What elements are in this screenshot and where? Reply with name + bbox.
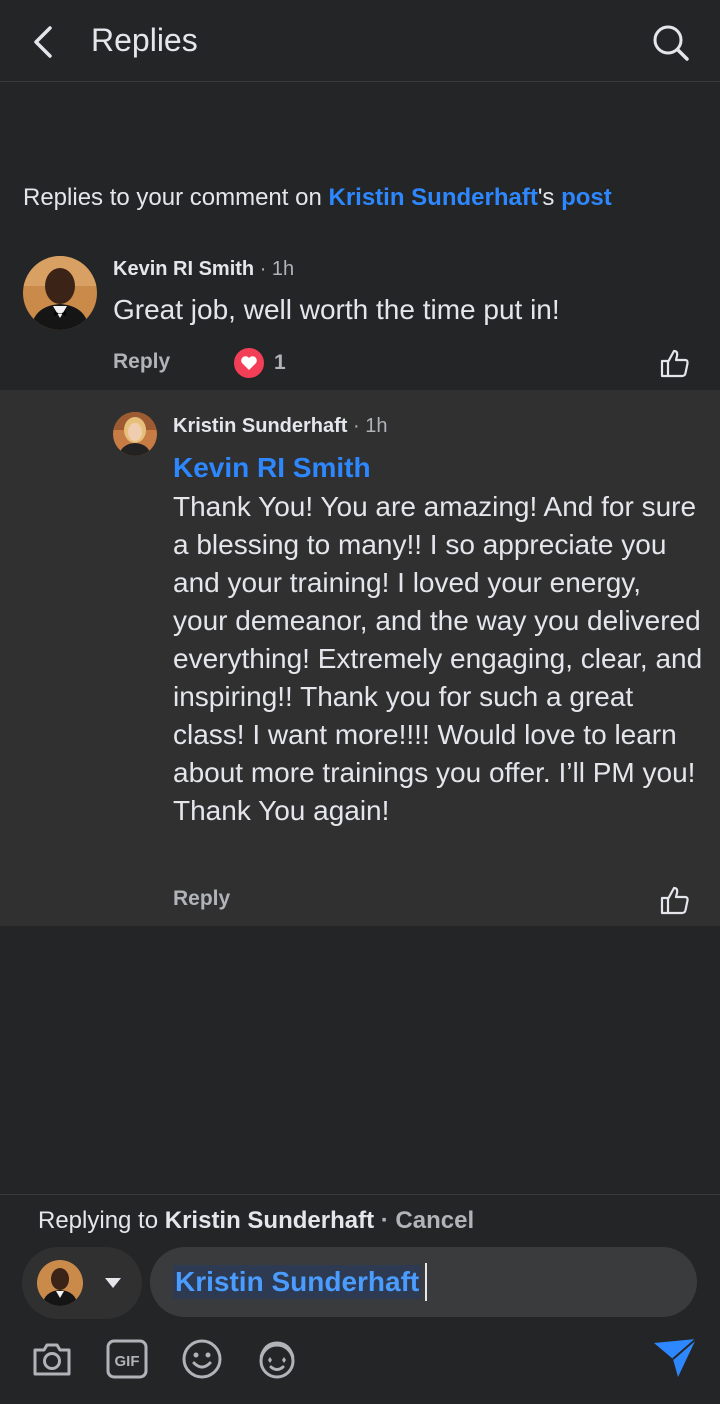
send-icon[interactable] — [652, 1337, 698, 1379]
text-cursor — [425, 1263, 428, 1301]
separator: · — [374, 1207, 396, 1234]
page-title: Replies — [91, 22, 198, 58]
reply-button[interactable]: Reply — [113, 350, 170, 374]
input-mention: Kristin Sunderhaft — [173, 1265, 422, 1299]
replying-to-bar: Replying to Kristin Sunderhaft · Cancel — [38, 1207, 474, 1235]
cancel-button[interactable]: Cancel — [395, 1207, 474, 1234]
reply-composer: Replying to Kristin Sunderhaft · Cancel … — [0, 1194, 720, 1404]
camera-icon[interactable] — [30, 1337, 74, 1381]
like-icon[interactable] — [659, 884, 691, 916]
replies-context: Replies to your comment on Kristin Sunde… — [23, 184, 612, 212]
author-name[interactable]: Kristin Sunderhaft — [173, 415, 347, 437]
replying-to-name: Kristin Sunderhaft — [164, 1207, 375, 1234]
avatar-sticker-icon[interactable] — [255, 1337, 299, 1381]
reaction-summary[interactable]: 1 — [232, 346, 286, 380]
svg-text:GIF: GIF — [115, 1353, 140, 1370]
back-arrow-icon[interactable] — [28, 22, 62, 62]
comment-time: · 1h — [347, 415, 388, 437]
comment-text: Great job, well worth the time put in! — [113, 294, 560, 325]
gif-icon[interactable]: GIF — [105, 1337, 149, 1381]
mention-link[interactable]: Kevin RI Smith — [173, 452, 371, 484]
replying-prefix: Replying to — [38, 1207, 165, 1234]
top-bar: Replies — [0, 0, 720, 82]
comment-input[interactable]: Kristin Sunderhaft — [150, 1247, 697, 1317]
reply-button[interactable]: Reply — [173, 887, 230, 911]
comment-author[interactable]: Kevin RI Smith · 1h — [113, 258, 294, 281]
post-author-link[interactable]: Kristin Sunderhaft — [328, 184, 537, 211]
emoji-icon[interactable] — [180, 1337, 224, 1381]
comment-author[interactable]: Kristin Sunderhaft · 1h — [173, 415, 387, 438]
comment-kristin: Kristin Sunderhaft · 1h Kevin RI Smith T… — [0, 390, 720, 926]
comment-time: · 1h — [254, 258, 295, 280]
context-possessive: 's — [537, 184, 562, 211]
search-icon[interactable] — [650, 22, 690, 62]
reaction-count: 1 — [274, 351, 286, 374]
account-switcher[interactable] — [22, 1247, 142, 1319]
comment-text: Thank You! You are amazing! And for sure… — [173, 491, 703, 826]
like-icon[interactable] — [659, 347, 691, 379]
author-name[interactable]: Kevin RI Smith — [113, 258, 254, 280]
avatar[interactable] — [113, 412, 157, 456]
love-reaction-icon — [232, 346, 266, 380]
post-link[interactable]: post — [561, 184, 612, 211]
context-prefix: Replies to your comment on — [23, 184, 329, 211]
avatar — [37, 1260, 83, 1306]
chevron-down-icon — [105, 1278, 121, 1288]
avatar[interactable] — [23, 256, 97, 330]
comment-kevin: Kevin RI Smith · 1h Great job, well wort… — [0, 226, 720, 390]
